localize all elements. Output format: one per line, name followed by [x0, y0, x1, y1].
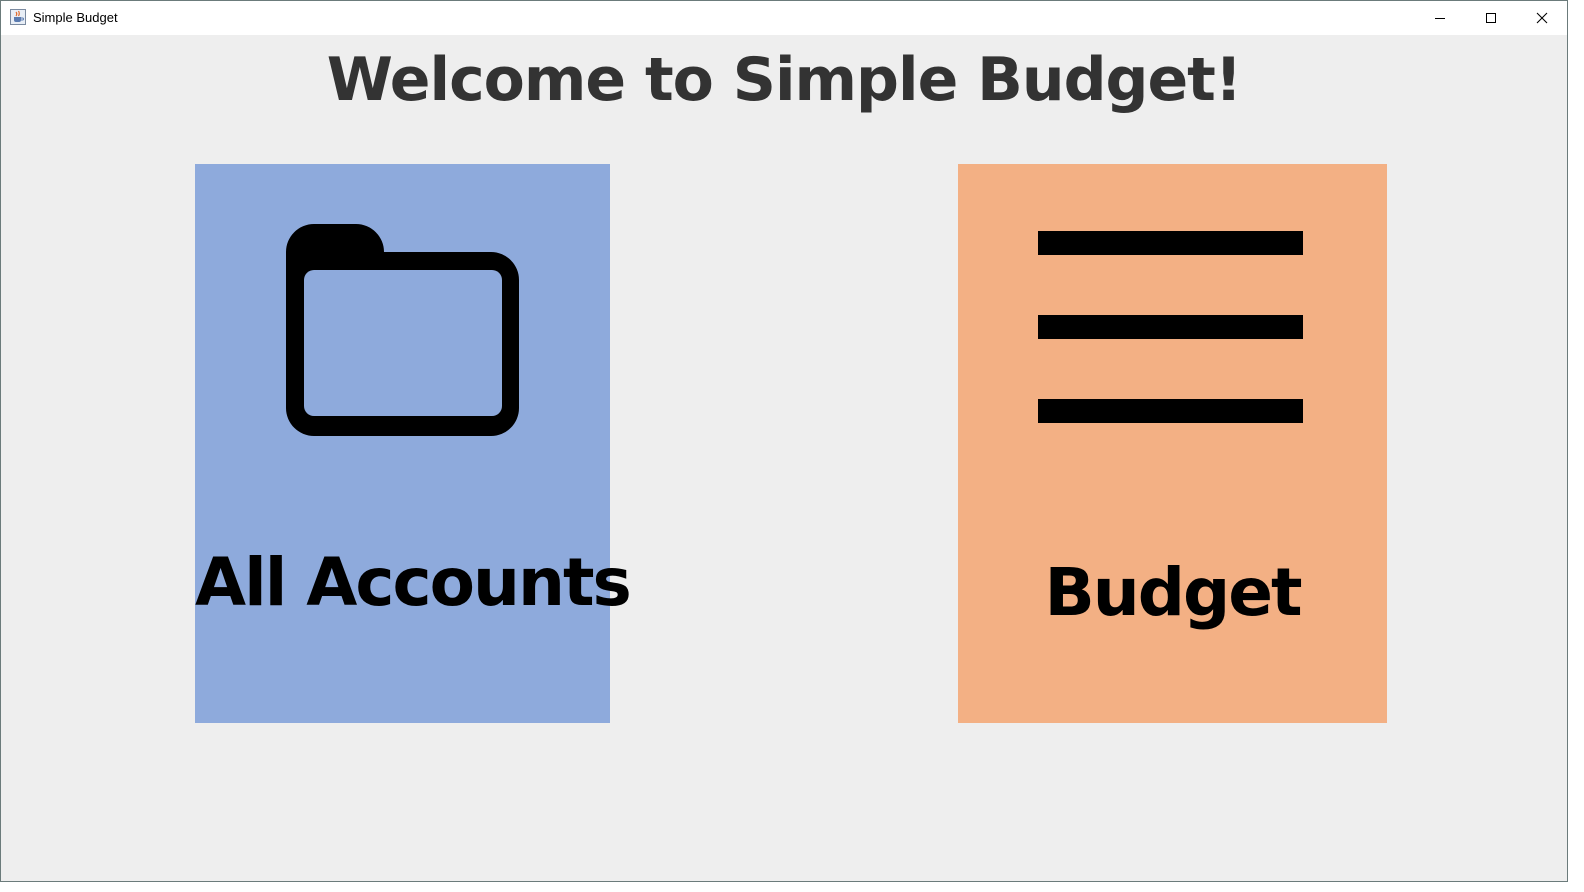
minimize-icon — [1435, 18, 1445, 19]
budget-label: Budget — [1044, 554, 1302, 631]
java-cup-icon[interactable] — [10, 9, 26, 25]
minimize-button[interactable] — [1415, 1, 1465, 35]
app-window: Simple Budget Welcome to Simple Budget! — [0, 0, 1568, 882]
menu-lines-icon — [1038, 231, 1303, 423]
window-title: Simple Budget — [33, 10, 118, 25]
budget-button[interactable]: Budget — [958, 164, 1387, 723]
title-bar[interactable]: Simple Budget — [1, 1, 1567, 35]
welcome-heading: Welcome to Simple Budget! — [326, 45, 1242, 115]
all-accounts-label: All Accounts — [195, 544, 632, 621]
maximize-icon — [1486, 13, 1496, 23]
close-icon — [1536, 12, 1548, 24]
close-button[interactable] — [1517, 1, 1567, 35]
maximize-button[interactable] — [1466, 1, 1516, 35]
folder-icon — [286, 224, 519, 436]
all-accounts-button[interactable]: All Accounts — [195, 164, 632, 723]
main-content: Welcome to Simple Budget! All Accounts B… — [1, 35, 1567, 881]
